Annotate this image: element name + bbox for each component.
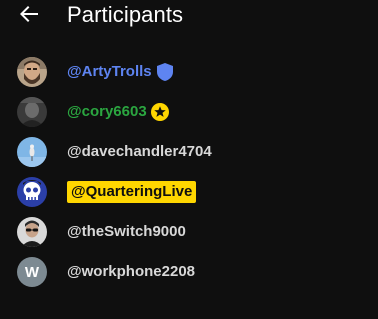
back-button[interactable] [14, 2, 44, 30]
participant-row[interactable]: @ArtyTrolls [0, 52, 378, 92]
participant-name: @ArtyTrolls [67, 63, 152, 80]
avatar [17, 177, 47, 207]
participants-panel: Participants @ArtyTrolls @cory6603 @dave… [0, 0, 378, 319]
avatar: W [17, 257, 47, 287]
participant-name: @theSwitch9000 [67, 223, 186, 240]
participant-name: @davechandler4704 [67, 143, 212, 160]
page-title: Participants [67, 2, 184, 27]
participant-name: @cory6603 [67, 103, 147, 120]
header: Participants [0, 0, 378, 32]
participant-name: @QuarteringLive [67, 181, 197, 203]
shield-icon [156, 63, 174, 81]
participant-name: @workphone2208 [67, 263, 195, 280]
participant-row[interactable]: @davechandler4704 [0, 132, 378, 172]
participant-row[interactable]: @theSwitch9000 [0, 212, 378, 252]
avatar [17, 57, 47, 87]
participant-row[interactable]: W @workphone2208 [0, 252, 378, 292]
participant-row[interactable]: @cory6603 [0, 92, 378, 132]
avatar [17, 97, 47, 127]
participant-row[interactable]: @QuarteringLive [0, 172, 378, 212]
avatar [17, 137, 47, 167]
participant-list: @ArtyTrolls @cory6603 @davechandler4704 … [0, 52, 378, 292]
arrow-back-icon [17, 2, 41, 31]
avatar [17, 217, 47, 247]
star-badge-icon [150, 103, 169, 121]
